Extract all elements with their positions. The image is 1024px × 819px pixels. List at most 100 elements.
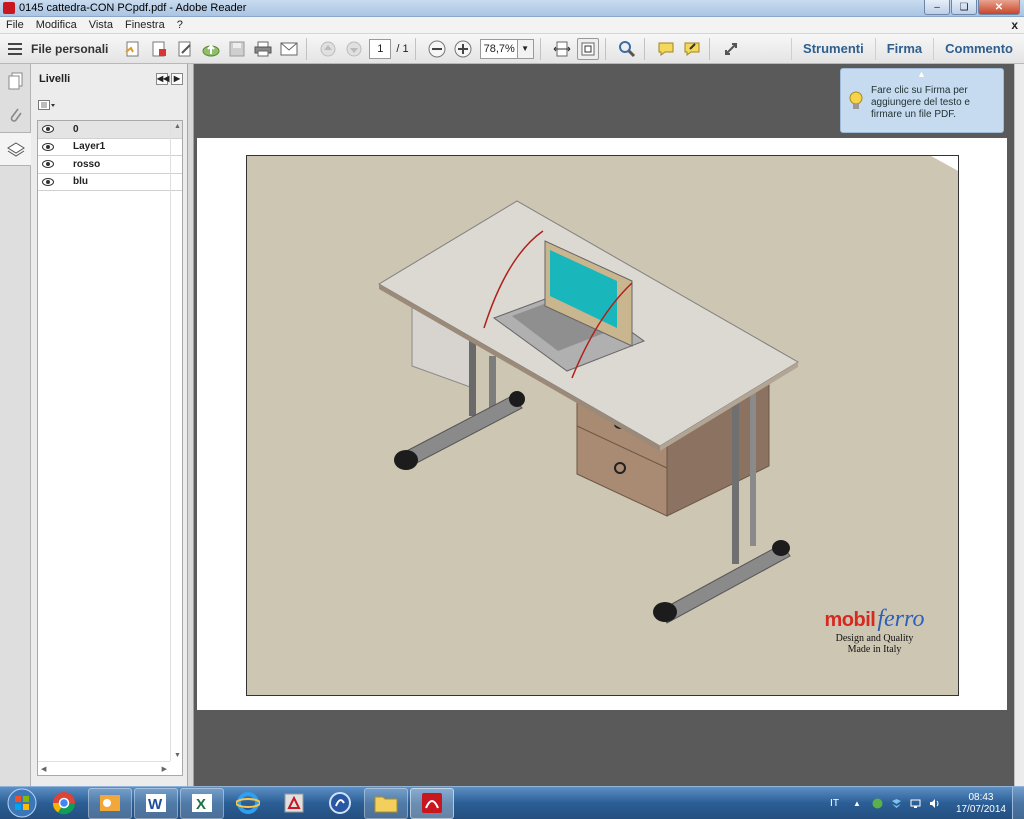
taskbar-acrobat-pro[interactable] xyxy=(272,788,316,819)
upload-cloud-icon[interactable] xyxy=(200,38,222,60)
commento-link[interactable]: Commento xyxy=(933,37,1024,60)
collapse-tip-icon[interactable]: ▲ xyxy=(917,69,926,79)
layer-list-horizontal-scrollbar[interactable]: ◀ ▶ xyxy=(38,761,170,775)
scroll-left-icon[interactable]: ◀ xyxy=(41,765,46,773)
tip-text: Fare clic su Firma per aggiungere del te… xyxy=(871,85,970,120)
export-pdf-icon[interactable] xyxy=(148,38,170,60)
clock[interactable]: 08:43 17/07/2014 xyxy=(956,792,1006,816)
menu-vista[interactable]: Vista xyxy=(89,19,113,31)
eye-visibility-icon[interactable] xyxy=(41,142,55,151)
toolbar-separator xyxy=(708,37,710,60)
scroll-up-icon[interactable]: ▲ xyxy=(174,123,181,130)
eye-visibility-icon[interactable] xyxy=(41,177,55,186)
layer-name: rosso xyxy=(73,158,101,170)
eye-visibility-icon[interactable] xyxy=(41,160,55,169)
taskbar: W X IT ▲ 08:43 17/07/2014 xyxy=(0,786,1024,819)
close-document-icon[interactable]: x xyxy=(1011,18,1018,32)
desk-leg xyxy=(489,356,496,411)
zoom-level-field[interactable]: 78,7% xyxy=(479,38,518,59)
acrobat-pro-icon xyxy=(284,793,304,813)
start-button[interactable] xyxy=(4,787,40,819)
layer-list-vertical-scrollbar[interactable]: ▲ ▼ xyxy=(170,121,182,761)
scroll-down-icon[interactable]: ▼ xyxy=(174,752,181,759)
show-hidden-icons-icon[interactable]: ▲ xyxy=(853,798,864,809)
security-icon[interactable] xyxy=(872,798,883,809)
eye-visibility-icon[interactable] xyxy=(41,125,55,134)
menu-help[interactable]: ? xyxy=(177,19,183,31)
taskbar-adobe-reader[interactable] xyxy=(410,787,454,819)
comment-icon[interactable] xyxy=(655,38,677,60)
file-personali-button[interactable]: File personali xyxy=(31,42,108,56)
page-thumbnails-icon[interactable] xyxy=(0,64,31,98)
page-number-input[interactable]: 1 xyxy=(369,38,392,59)
layer-options-menu[interactable] xyxy=(31,94,187,116)
menu-bar: File Modifica Vista Finestra ? x xyxy=(0,17,1024,34)
layer-name: 0 xyxy=(73,123,79,135)
language-indicator[interactable]: IT xyxy=(830,798,839,809)
menu-finestra[interactable]: Finestra xyxy=(125,19,165,31)
hamburger-menu-icon[interactable] xyxy=(8,42,22,55)
right-panel-links: Strumenti Firma Commento xyxy=(791,34,1024,63)
menu-modifica[interactable]: Modifica xyxy=(36,19,77,31)
taskbar-word[interactable]: W xyxy=(134,787,178,819)
close-button[interactable]: ✕ xyxy=(978,0,1020,15)
desk-leg xyxy=(469,336,476,416)
toolbar-separator xyxy=(539,37,541,60)
attachments-icon[interactable] xyxy=(0,98,31,132)
expand-panel-icon[interactable]: ▶ xyxy=(171,73,183,85)
lightbulb-icon xyxy=(849,91,863,114)
clock-time: 08:43 xyxy=(968,791,994,803)
dropbox-icon[interactable] xyxy=(891,798,902,809)
fit-page-icon[interactable] xyxy=(576,37,599,60)
svg-text:X: X xyxy=(196,796,206,813)
layer-item[interactable]: blu xyxy=(38,174,182,191)
print-icon[interactable] xyxy=(252,38,274,60)
expand-icon[interactable] xyxy=(720,38,742,60)
layer-item[interactable]: rosso xyxy=(38,156,182,174)
layer-item[interactable]: Layer1 xyxy=(38,139,182,156)
outlook-icon xyxy=(100,795,120,811)
word-icon: W xyxy=(146,794,166,813)
search-icon[interactable] xyxy=(616,38,638,60)
page-corner-fold xyxy=(931,156,958,171)
restore-button[interactable]: ❏ xyxy=(951,0,977,15)
edit-pdf-icon[interactable] xyxy=(174,38,196,60)
fit-width-icon[interactable] xyxy=(551,38,573,60)
pdf-page[interactable]: mobilferro Design and Quality Made in It… xyxy=(197,138,1007,710)
toolbar-separator xyxy=(306,37,308,60)
previous-page-icon[interactable] xyxy=(317,38,339,60)
next-page-icon[interactable] xyxy=(343,38,365,60)
scroll-right-icon[interactable]: ▶ xyxy=(162,765,167,773)
volume-icon[interactable] xyxy=(929,798,940,809)
excel-icon: X xyxy=(192,794,212,813)
options-list-icon[interactable] xyxy=(38,100,56,110)
taskbar-internet-explorer[interactable] xyxy=(226,788,270,819)
layers-icon[interactable] xyxy=(0,132,31,166)
layer-item[interactable]: 0 xyxy=(38,121,182,139)
strumenti-link[interactable]: Strumenti xyxy=(791,37,875,60)
network-icon[interactable] xyxy=(910,798,921,809)
firma-link[interactable]: Firma xyxy=(874,37,933,60)
layer-list: 0 Layer1 rosso blu ▲ ▼ ◀ ▶ xyxy=(37,120,183,776)
menu-file[interactable]: File xyxy=(6,19,24,31)
show-desktop-button[interactable] xyxy=(1012,787,1024,819)
taskbar-dragon[interactable] xyxy=(318,788,362,819)
zoom-dropdown-icon[interactable]: ▼ xyxy=(517,38,534,59)
email-icon[interactable] xyxy=(278,38,300,60)
windows-start-icon[interactable] xyxy=(7,788,37,818)
taskbar-file-explorer[interactable] xyxy=(364,787,408,819)
highlight-icon[interactable] xyxy=(681,38,703,60)
desk-drawing: mobilferro Design and Quality Made in It… xyxy=(246,155,959,696)
adobe-reader-icon xyxy=(422,793,442,813)
zoom-out-icon[interactable] xyxy=(426,38,448,60)
minimize-button[interactable]: – xyxy=(924,0,950,15)
create-pdf-icon[interactable] xyxy=(122,38,144,60)
document-vertical-scrollbar[interactable] xyxy=(1014,64,1024,786)
taskbar-excel[interactable]: X xyxy=(180,787,224,819)
title-bar: 0145 cattedra-CON PCpdf.pdf - Adobe Read… xyxy=(0,0,1024,17)
collapse-panel-icon[interactable]: ◀◀ xyxy=(156,73,169,85)
save-icon[interactable] xyxy=(226,38,248,60)
zoom-in-icon[interactable] xyxy=(452,38,474,60)
taskbar-outlook[interactable] xyxy=(88,787,132,819)
taskbar-chrome[interactable] xyxy=(42,788,86,819)
